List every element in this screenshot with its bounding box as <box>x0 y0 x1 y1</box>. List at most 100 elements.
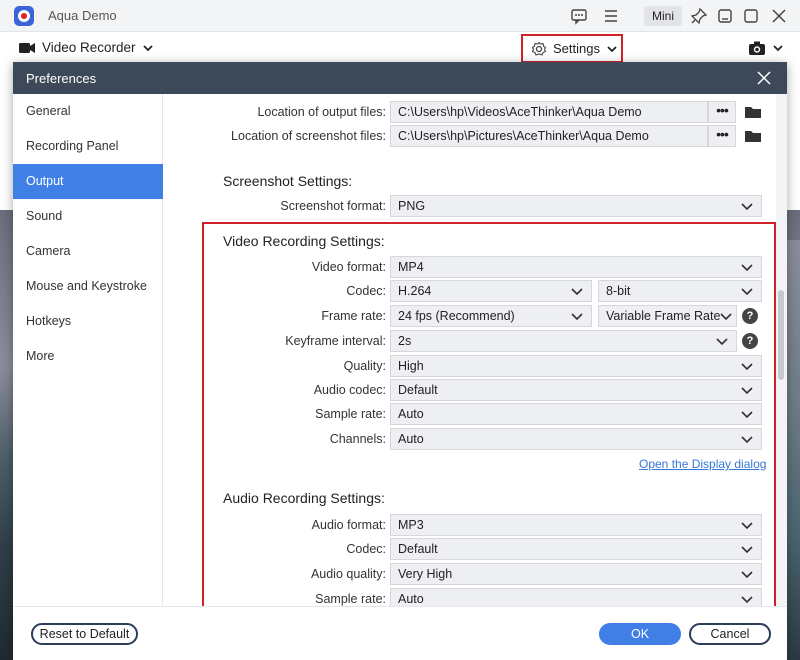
browse-screenshot-button[interactable]: ••• <box>708 125 736 147</box>
chevron-down-icon <box>607 45 617 52</box>
feedback-icon[interactable] <box>570 7 588 25</box>
chevron-down-icon <box>571 313 583 321</box>
pin-icon[interactable] <box>690 7 708 25</box>
audio-sample-rate-value: Auto <box>398 592 424 606</box>
audio-settings-title: Audio Recording Settings: <box>223 490 385 506</box>
close-icon[interactable] <box>770 7 788 25</box>
open-display-dialog-link[interactable]: Open the Display dialog <box>639 457 766 471</box>
audio-section-codec-value: Default <box>398 542 438 556</box>
audio-codec-value: Default <box>398 383 438 397</box>
camera-icon <box>749 41 765 55</box>
sidebar-item-hotkeys[interactable]: Hotkeys <box>13 304 163 339</box>
channels-select[interactable]: Auto <box>390 428 762 450</box>
channels-label: Channels: <box>329 432 386 446</box>
audio-sample-rate-select[interactable]: Auto <box>390 588 762 606</box>
sidebar-item-more[interactable]: More <box>13 339 163 374</box>
sidebar-item-camera[interactable]: Camera <box>13 234 163 269</box>
quality-select[interactable]: High <box>390 355 762 377</box>
open-output-folder-icon[interactable] <box>744 104 762 120</box>
video-sample-rate-value: Auto <box>398 407 424 421</box>
chevron-down-icon <box>741 571 753 579</box>
screenshot-format-select[interactable]: PNG <box>390 195 762 217</box>
open-screenshot-folder-icon[interactable] <box>744 128 762 144</box>
sidebar-item-output[interactable]: Output <box>13 164 163 199</box>
quality-row: Quality: High <box>164 355 774 377</box>
quality-value: High <box>398 359 424 373</box>
audio-sample-rate-row: Sample rate: Auto <box>164 588 774 606</box>
frame-rate-help-icon[interactable]: ? <box>742 308 758 324</box>
preferences-sidebar: General Recording Panel Output Sound Cam… <box>13 94 163 606</box>
dialog-title: Preferences <box>26 71 97 86</box>
scrollbar-thumb[interactable] <box>778 290 784 380</box>
keyframe-row: Keyframe interval: 2s ? <box>164 330 774 352</box>
gear-icon <box>531 41 547 56</box>
video-settings-title: Video Recording Settings: <box>223 233 385 249</box>
video-format-select[interactable]: MP4 <box>390 256 762 278</box>
codec-row: Codec: H.264 8-bit <box>164 280 774 302</box>
sidebar-item-sound[interactable]: Sound <box>13 199 163 234</box>
chevron-down-icon <box>741 546 753 554</box>
sidebar-item-general[interactable]: General <box>13 94 163 129</box>
settings-button[interactable]: Settings <box>521 34 623 63</box>
audio-quality-label: Audio quality: <box>310 567 386 581</box>
ok-button[interactable]: OK <box>599 623 681 645</box>
codec-value: H.264 <box>398 284 432 298</box>
mini-mode-button[interactable]: Mini <box>644 6 682 26</box>
video-camera-icon <box>19 42 35 53</box>
output-location-field[interactable]: C:\Users\hp\Videos\AceThinker\Aqua Demo <box>390 101 708 123</box>
app-titlebar: Aqua Demo Mini <box>0 0 800 32</box>
audio-quality-value: Very High <box>398 567 453 581</box>
keyframe-value: 2s <box>398 334 412 348</box>
sidebar-item-mouse-keystroke[interactable]: Mouse and Keystroke <box>13 269 163 304</box>
chevron-down-icon <box>142 44 153 51</box>
menu-icon[interactable] <box>602 7 620 25</box>
settings-label: Settings <box>553 41 600 56</box>
codec-select[interactable]: H.264 <box>390 280 592 302</box>
audio-section-codec-label: Codec: <box>346 542 386 556</box>
dialog-close-icon[interactable] <box>755 69 773 87</box>
recorder-mode-label: Video Recorder <box>42 40 136 55</box>
reset-to-default-button[interactable]: Reset to Default <box>31 623 138 645</box>
audio-format-value: MP3 <box>398 518 424 532</box>
chevron-down-icon <box>773 45 783 52</box>
output-location-row: Location of output files: C:\Users\hp\Vi… <box>164 101 774 123</box>
screenshot-location-label: Location of screenshot files: <box>231 129 386 143</box>
quality-label: Quality: <box>343 359 386 373</box>
video-format-row: Video format: MP4 <box>164 256 774 278</box>
audio-codec-select[interactable]: Default <box>390 379 762 401</box>
preferences-dialog: Preferences General Recording Panel Outp… <box>13 62 787 660</box>
sidebar-item-recording-panel[interactable]: Recording Panel <box>13 129 163 164</box>
video-sample-rate-label: Sample rate: <box>315 407 386 421</box>
codec-label: Codec: <box>346 284 386 298</box>
frame-rate-label: Frame rate: <box>321 309 386 323</box>
audio-format-select[interactable]: MP3 <box>390 514 762 536</box>
main-toolbar: Video Recorder Settings <box>0 32 800 66</box>
maximize-icon[interactable] <box>742 7 760 25</box>
screenshot-format-row: Screenshot format: PNG <box>164 195 774 217</box>
screenshot-button[interactable] <box>748 40 784 56</box>
keyframe-help-icon[interactable]: ? <box>742 333 758 349</box>
video-sample-rate-select[interactable]: Auto <box>390 403 762 425</box>
channels-value: Auto <box>398 432 424 446</box>
cancel-button[interactable]: Cancel <box>689 623 771 645</box>
dialog-header: Preferences <box>13 62 787 94</box>
chevron-down-icon <box>741 203 753 211</box>
frame-rate-select[interactable]: 24 fps (Recommend) <box>390 305 592 327</box>
recorder-mode-dropdown[interactable]: Video Recorder <box>18 40 154 55</box>
frame-rate-mode-select[interactable]: Variable Frame Rate <box>598 305 737 327</box>
audio-codec-setting-row: Codec: Default <box>164 538 774 560</box>
app-logo-icon <box>14 6 34 26</box>
audio-codec-row: Audio codec: Default <box>164 379 774 401</box>
browse-output-button[interactable]: ••• <box>708 101 736 123</box>
chevron-down-icon <box>716 338 728 346</box>
bit-depth-select[interactable]: 8-bit <box>598 280 762 302</box>
minimize-icon[interactable] <box>716 7 734 25</box>
keyframe-select[interactable]: 2s <box>390 330 737 352</box>
screenshot-location-field[interactable]: C:\Users\hp\Pictures\AceThinker\Aqua Dem… <box>390 125 708 147</box>
chevron-down-icon <box>720 313 732 321</box>
screenshot-settings-title: Screenshot Settings: <box>223 173 353 189</box>
audio-section-codec-select[interactable]: Default <box>390 538 762 560</box>
audio-format-row: Audio format: MP3 <box>164 514 774 536</box>
audio-quality-select[interactable]: Very High <box>390 563 762 585</box>
chevron-down-icon <box>741 264 753 272</box>
